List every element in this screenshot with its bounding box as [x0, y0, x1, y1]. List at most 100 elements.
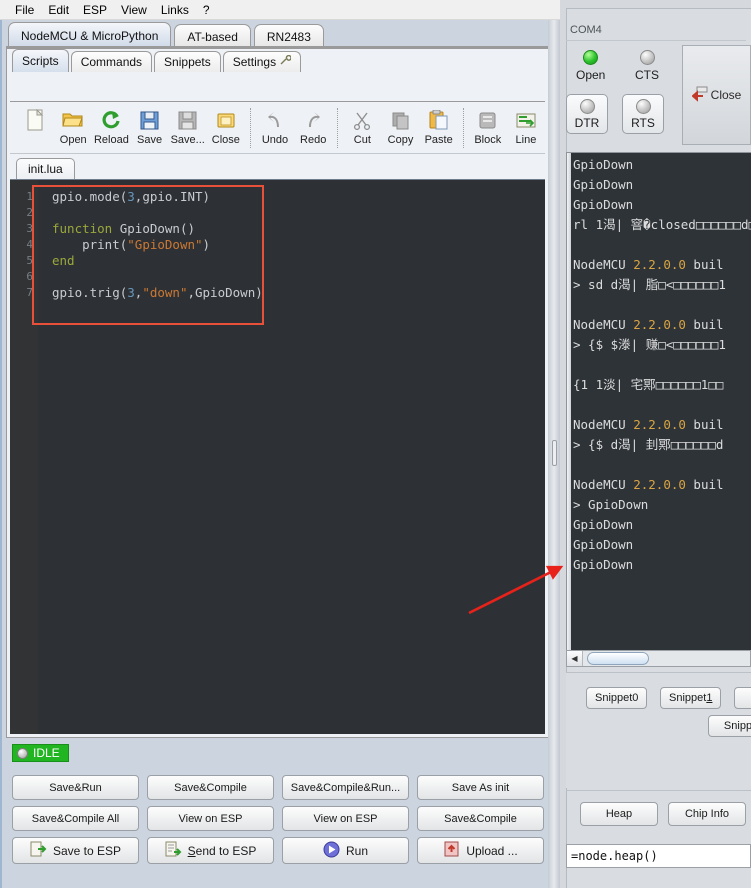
snippet0-button[interactable]: Snippet0 [586, 687, 648, 709]
tab-at-based[interactable]: AT-based [174, 24, 251, 48]
toolbar-undo-button[interactable]: Undo [256, 106, 294, 152]
tab-commands[interactable]: Commands [70, 51, 153, 72]
terminal-line: rl 1渴| 窨�closed□□□□□□d□□ [573, 217, 751, 232]
button-save-and-compile[interactable]: Save&Compile [147, 775, 274, 800]
file-tab-init-lua[interactable]: init.lua [16, 158, 75, 179]
pane-splitter[interactable] [548, 20, 560, 888]
tab-rn2483[interactable]: RN2483 [253, 24, 324, 48]
button-view-on-esp-1[interactable]: View on ESP [147, 806, 274, 831]
terminal-output-text: GpioDown GpioDown GpioDown rl 1渴| 窨�closed□… [573, 155, 751, 651]
open-led-icon [583, 50, 599, 65]
button-save-to-esp[interactable]: Save to ESP [12, 837, 139, 864]
toolbar-cut-label: Cut [353, 134, 371, 146]
chip-info-button[interactable]: Chip Info [668, 802, 746, 826]
toolbar-reload-label: Reload [93, 134, 129, 146]
send-to-esp-icon [165, 841, 182, 860]
serial-open-indicator[interactable]: Open [576, 50, 605, 82]
code-text-area[interactable]: gpio.mode(3,gpio.INT) function GpioDown(… [38, 180, 545, 734]
terminal-line: NodeMCU 2.2.0.0 buil [573, 477, 724, 492]
terminal-line: NodeMCU 2.2.0.0 buil [573, 317, 724, 332]
terminal-line: GpioDown [573, 177, 634, 192]
terminal-line: NodeMCU 2.2.0.0 buil [573, 417, 724, 432]
toolbar-save-button[interactable]: Save [130, 106, 168, 152]
toolbar-save-as-button[interactable]: Save... [169, 106, 207, 152]
command-input-value: =node.heap() [571, 849, 658, 863]
tab-scripts[interactable]: Scripts [12, 49, 69, 72]
info-button-zone: Heap Chip Info [566, 790, 751, 838]
save-as-icon [178, 108, 197, 132]
dtr-toggle-button[interactable]: DTR [566, 94, 608, 134]
toolbar-redo-button[interactable]: Redo [294, 106, 332, 152]
button-save-and-run[interactable]: Save&Run [12, 775, 139, 800]
redo-arrow-icon [304, 108, 322, 132]
rts-toggle-button[interactable]: RTS [622, 94, 664, 134]
terminal-horizontal-scrollbar[interactable]: ◀ [566, 650, 751, 667]
button-save-and-compile-all[interactable]: Save&Compile All [12, 806, 139, 831]
toolbar-block-button[interactable]: Block [469, 106, 507, 152]
tab-nodemcu-micropython[interactable]: NodeMCU & MicroPython [8, 22, 172, 48]
button-run-label: Run [345, 843, 368, 858]
snippet1-label: Snippet1 [669, 692, 713, 704]
splitter-grip[interactable] [552, 440, 557, 466]
snippet2-button[interactable]: Sn [734, 687, 751, 709]
heap-button[interactable]: Heap [580, 802, 658, 826]
terminal-line: > GpioDown [573, 497, 649, 512]
scrollbar-thumb[interactable] [587, 652, 649, 665]
terminal-line: GpioDown [573, 517, 634, 532]
menu-item-file[interactable]: File [8, 1, 41, 19]
menu-item-view[interactable]: View [114, 1, 154, 19]
menu-item-help[interactable]: ? [196, 1, 217, 19]
terminal-line: > {$ d渴| 刲鄍□□□□□□d [573, 437, 724, 452]
tab-commands-label: Commands [80, 55, 143, 69]
scissors-icon [353, 108, 371, 132]
button-view-on-esp-2[interactable]: View on ESP [282, 806, 409, 831]
snippet3-button[interactable]: Snipp [708, 715, 751, 737]
serial-cts-label: CTS [635, 68, 659, 82]
button-upload[interactable]: Upload ... [417, 837, 544, 864]
clipboard-paste-icon [429, 108, 448, 132]
menu-item-esp[interactable]: ESP [76, 1, 114, 19]
menu-item-edit[interactable]: Edit [41, 1, 76, 19]
action-button-grid: Save&Run Save&Compile Save&Compile&Run..… [12, 775, 544, 864]
status-badge-label: IDLE [33, 746, 60, 760]
editor-toolbar: Open Reload Save Save... Close Undo Redo… [10, 102, 545, 154]
command-input[interactable]: =node.heap() [566, 844, 751, 868]
tab-settings-label: Settings [232, 55, 277, 69]
button-save-and-compile-2[interactable]: Save&Compile [417, 806, 544, 831]
toolbar-line-button[interactable]: Line [507, 106, 545, 152]
button-run[interactable]: Run [282, 837, 409, 864]
toolbar-paste-button[interactable]: Paste [420, 106, 458, 152]
line-number: 7 [26, 286, 33, 299]
toolbar-open-button[interactable]: Open [54, 106, 92, 152]
toolbar-redo-label: Redo [300, 134, 327, 146]
serial-terminal[interactable]: GpioDown GpioDown GpioDown rl 1渴| 窨�closed□… [566, 152, 751, 652]
terminal-line: GpioDown [573, 557, 634, 572]
button-upload-label: Upload ... [466, 843, 518, 858]
toolbar-reload-button[interactable]: Reload [92, 106, 130, 152]
toolbar-close-button[interactable]: Close [207, 106, 245, 152]
serial-close-button[interactable]: Close [682, 45, 751, 145]
code-editor[interactable]: 1 2 3 4 5 6 7 gpio.mode(3,gpio.INT) function G… [10, 179, 545, 734]
tab-scripts-label: Scripts [22, 54, 59, 68]
menu-item-links[interactable]: Links [154, 1, 196, 19]
button-save-compile-run[interactable]: Save&Compile&Run... [282, 775, 409, 800]
tab-snippets[interactable]: Snippets [154, 51, 221, 72]
copy-icon [391, 108, 410, 132]
toolbar-save-label: Save [137, 134, 163, 146]
button-save-as-init[interactable]: Save As init [417, 775, 544, 800]
toolbar-cut-button[interactable]: Cut [343, 106, 381, 152]
scroll-left-arrow-icon[interactable]: ◀ [567, 651, 583, 666]
dtr-led-icon [579, 98, 595, 114]
toolbar-copy-button[interactable]: Copy [381, 106, 419, 152]
snippet1-button[interactable]: Snippet1 [660, 687, 722, 709]
button-send-to-esp[interactable]: Send to ESP [147, 837, 274, 864]
toolbar-new-button[interactable] [16, 106, 54, 152]
toolbar-copy-label: Copy [387, 134, 414, 146]
tab-settings[interactable]: Settings [222, 51, 302, 72]
new-file-icon [26, 108, 44, 132]
rts-label: RTS [631, 115, 655, 130]
